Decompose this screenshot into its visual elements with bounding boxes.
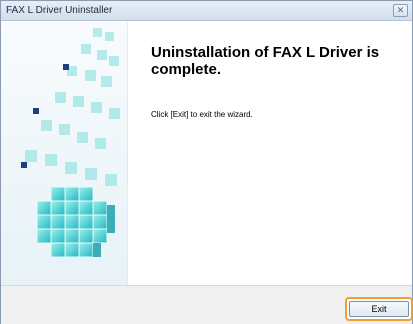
completion-headline: Uninstallation of FAX L Driver is comple…	[151, 44, 380, 78]
cube-illustration	[21, 28, 120, 258]
wizard-content: Uninstallation of FAX L Driver is comple…	[128, 22, 412, 285]
close-button[interactable]: ✕	[393, 4, 408, 17]
window-title: FAX L Driver Uninstaller	[6, 5, 113, 16]
button-bar: Exit	[1, 285, 413, 324]
instruction-text: Click [Exit] to exit the wizard.	[151, 110, 253, 119]
title-bar[interactable]: FAX L Driver Uninstaller ✕	[1, 1, 412, 21]
exit-button[interactable]: Exit	[345, 297, 413, 321]
close-icon: ✕	[396, 5, 405, 15]
exit-button-label: Exit	[349, 301, 409, 317]
wizard-side-art	[1, 22, 128, 285]
uninstaller-window: FAX L Driver Uninstaller ✕ Uninstallatio…	[0, 0, 413, 324]
